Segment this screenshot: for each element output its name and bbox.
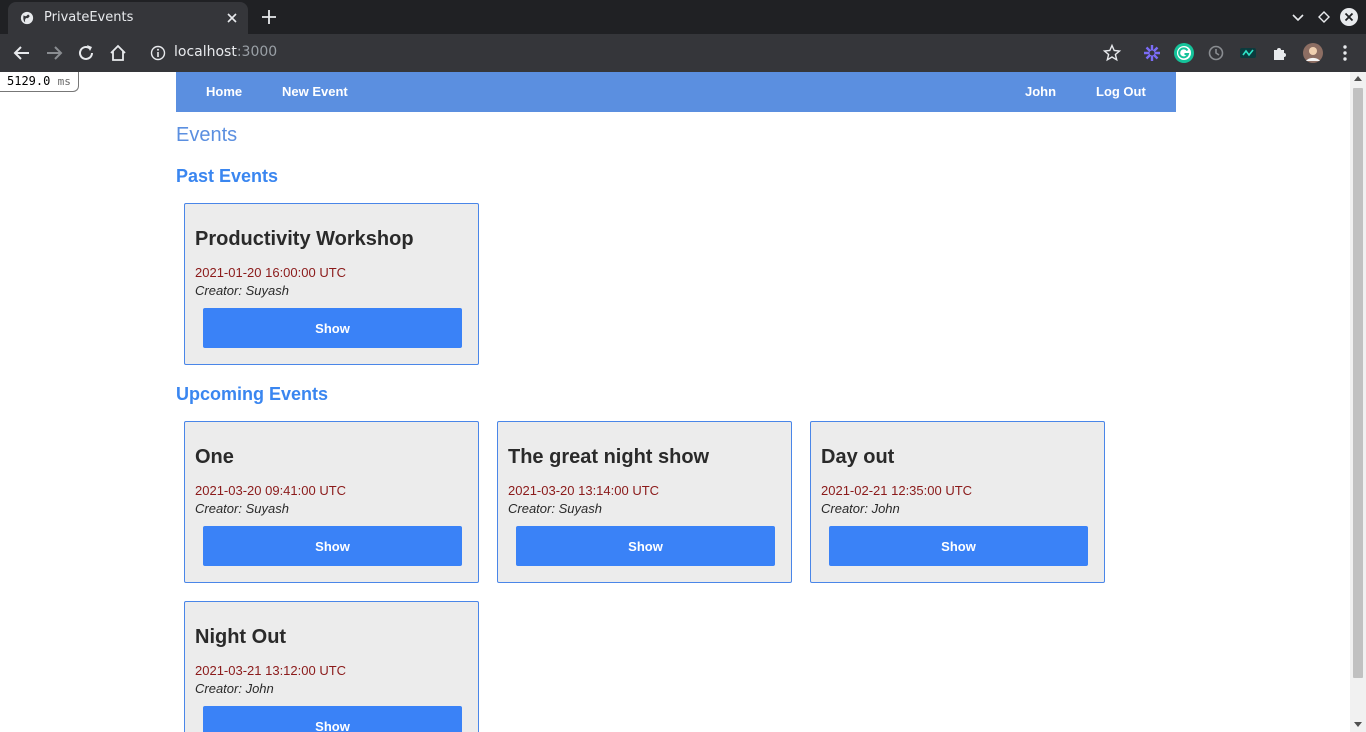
puzzle-extensions-icon[interactable] [1270, 43, 1290, 63]
nav-new-event-link[interactable]: New Event [282, 84, 348, 99]
event-name: Night Out [195, 626, 287, 648]
window-close-icon[interactable] [1340, 8, 1358, 26]
scroll-up-arrow-icon[interactable] [1354, 76, 1362, 81]
event-date: 2021-02-21 12:35:00 UTC [821, 483, 973, 498]
navbar: Home New Event John Log Out [176, 72, 1176, 112]
event-creator: Creator: Suyash [195, 283, 289, 298]
devtools-extension-icon[interactable] [1238, 43, 1258, 63]
sparkle-extension-icon[interactable] [1142, 43, 1162, 63]
event-creator: Creator: John [195, 681, 274, 696]
tab-title: PrivateEvents [44, 10, 134, 25]
tab-search-icon[interactable] [1289, 8, 1307, 26]
nav-home-link[interactable]: Home [206, 84, 242, 99]
event-card: The great night show 2021-03-20 13:14:00… [497, 421, 792, 583]
event-card: Day out 2021-02-21 12:35:00 UTC Creator:… [810, 421, 1105, 583]
scrollbar-thumb[interactable] [1353, 88, 1363, 678]
page-title: Events [176, 124, 238, 146]
show-event-button[interactable]: Show [203, 526, 462, 566]
event-card: Productivity Workshop 2021-01-20 16:00:0… [184, 203, 479, 365]
home-icon[interactable] [108, 43, 128, 63]
globe-icon [20, 11, 34, 25]
new-tab-icon[interactable] [260, 8, 278, 26]
back-icon[interactable] [12, 43, 32, 63]
event-name: The great night show [508, 446, 710, 468]
browser-toolbar: localhost:3000 [0, 34, 1366, 72]
close-tab-icon[interactable] [224, 10, 240, 26]
forward-icon[interactable] [44, 43, 64, 63]
event-name: Productivity Workshop [195, 228, 414, 250]
event-date: 2021-03-20 13:14:00 UTC [508, 483, 660, 498]
page-content: 5129.0 ms Home New Event John Log Out Ev… [0, 72, 1350, 732]
upcoming-events-heading: Upcoming Events [176, 384, 329, 404]
event-date: 2021-01-20 16:00:00 UTC [195, 265, 347, 280]
event-card: Night Out 2021-03-21 13:12:00 UTC Creato… [184, 601, 479, 732]
vertical-scrollbar[interactable] [1350, 72, 1366, 732]
profile-avatar-icon[interactable] [1303, 43, 1323, 63]
reload-icon[interactable] [76, 43, 96, 63]
star-bookmark-icon[interactable] [1102, 43, 1122, 63]
render-timer-badge: 5129.0 ms [0, 72, 79, 92]
event-name: Day out [821, 446, 895, 468]
event-card: One 2021-03-20 09:41:00 UTC Creator: Suy… [184, 421, 479, 583]
event-name: One [195, 446, 234, 468]
past-events-heading: Past Events [176, 166, 279, 186]
nav-logout-link[interactable]: Log Out [1096, 84, 1146, 99]
event-creator: Creator: John [821, 501, 900, 516]
timer-extension-icon[interactable] [1206, 43, 1226, 63]
scroll-down-arrow-icon[interactable] [1354, 722, 1362, 727]
window-maximize-icon[interactable] [1315, 8, 1333, 26]
show-event-button[interactable]: Show [203, 308, 462, 348]
event-creator: Creator: Suyash [195, 501, 289, 516]
show-event-button[interactable]: Show [516, 526, 775, 566]
event-creator: Creator: Suyash [508, 501, 602, 516]
grammarly-icon[interactable] [1174, 43, 1194, 63]
event-date: 2021-03-20 09:41:00 UTC [195, 483, 347, 498]
event-date: 2021-03-21 13:12:00 UTC [195, 663, 347, 678]
kebab-menu-icon[interactable] [1335, 43, 1355, 63]
browser-tab[interactable]: PrivateEvents [8, 2, 248, 34]
address-bar[interactable]: localhost:3000 [140, 37, 1140, 69]
browser-tab-strip: PrivateEvents [0, 0, 1366, 34]
nav-user-link[interactable]: John [1025, 84, 1056, 99]
show-event-button[interactable]: Show [829, 526, 1088, 566]
show-event-button[interactable]: Show [203, 706, 462, 732]
info-icon[interactable] [150, 45, 166, 61]
url-text: localhost:3000 [174, 44, 278, 60]
